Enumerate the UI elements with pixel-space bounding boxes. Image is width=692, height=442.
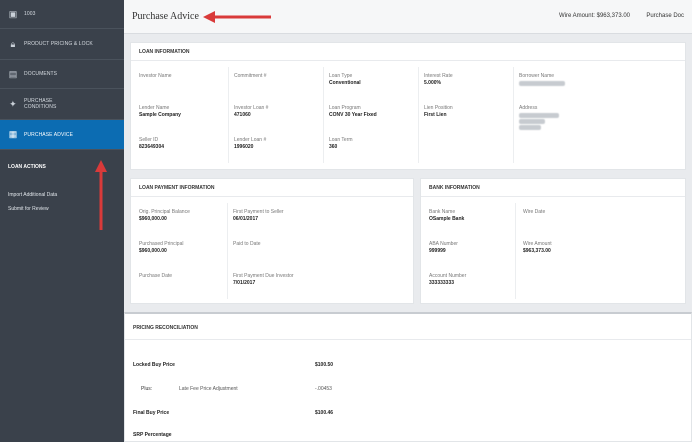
final-buy-price-label: Final Buy Price [133, 410, 170, 416]
lender-loan-field: Lender Loan # 1996020 [234, 137, 267, 150]
sidebar-item-label: PURCHASE ADVICE [24, 131, 74, 138]
document-icon: ▣ [8, 8, 18, 19]
loan-payment-panel: LOAN PAYMENT INFORMATION Orig. Principal… [130, 178, 414, 304]
first-payment-investor-field: First Payment Due Investor 7/01/2017 [233, 273, 294, 286]
locked-buy-price-label: Locked Buy Price [133, 362, 175, 368]
seller-id-field: Seller ID 823649304 [139, 137, 165, 150]
wire-amount-summary: Wire Amount: $963,373.00 [558, 13, 630, 19]
locked-buy-price-value: $100.50 [315, 362, 334, 368]
wire-amount-field: Wire Amount $963,373.00 [523, 241, 552, 254]
sidebar-item-product-pricing[interactable]: 🔒︎ PRODUCT PRICING & LOCK [0, 29, 124, 60]
loan-information-panel: LOAN INFORMATION Investor Name Commitmen… [130, 42, 686, 170]
commitment-field: Commitment # [234, 73, 267, 79]
lock-icon: 🔒︎ [10, 38, 16, 49]
account-number-field: Account Number 333333333 [429, 273, 467, 286]
annotation-arrow-up-icon [95, 160, 107, 230]
redacted-value [519, 113, 559, 118]
file-icon: ▤ [8, 68, 18, 79]
redacted-value [519, 81, 565, 86]
sidebar-item-label: DOCUMENTS [24, 71, 58, 77]
plus-label: Plus: [141, 386, 153, 392]
loan-term-field: Loan Term 360 [329, 137, 353, 150]
paid-to-date-field: Paid to Date [233, 241, 261, 247]
loan-information-header: LOAN INFORMATION [131, 43, 685, 61]
settings-icon: ✦ [9, 98, 17, 109]
first-payment-seller-field: First Payment to Seller 06/01/2017 [233, 209, 284, 222]
late-fee-adjustment-label: Late Fee Price Adjustment [179, 386, 238, 392]
pricing-reconciliation-header: PRICING RECONCILIATION [125, 314, 691, 340]
late-fee-adjustment-value: -.00453 [315, 386, 332, 392]
wire-date-field: Wire Date [523, 209, 546, 215]
purchased-principal-field: Purchased Principal $960,000.00 [139, 241, 184, 254]
sidebar-item-1003[interactable]: ▣ 1003 [0, 0, 124, 29]
sidebar-item-purchase-advice[interactable]: ▦ PURCHASE ADVICE [0, 120, 124, 150]
bank-name-field: Bank Name OSample Bank [429, 209, 465, 222]
interest-rate-field: Interest Rate 5.000% [424, 73, 453, 86]
investor-loan-field: Investor Loan # 471060 [234, 105, 269, 118]
annotation-arrow-left-icon [202, 10, 271, 23]
bank-information-header: BANK INFORMATION [421, 179, 685, 197]
orig-principal-field: Orig. Principal Balance $960,000.00 [139, 209, 190, 222]
sidebar-item-label: 1003 [24, 11, 36, 17]
header-bar: Purchase Advice Wire Amount: $963,373.00… [124, 0, 692, 34]
lien-position-field: Lien Position First Lien [424, 105, 453, 118]
purchase-date-field: Purchase Date [139, 273, 173, 279]
sidebar-item-documents[interactable]: ▤ DOCUMENTS [0, 60, 124, 89]
list-icon: ▦ [8, 129, 18, 139]
sidebar-item-label: PRODUCT PRICING & LOCK [24, 41, 93, 47]
sidebar-item-purchase-conditions[interactable]: ✦ PURCHASE CONDITIONS [0, 89, 124, 120]
loan-program-field: Loan Program CONV 30 Year Fixed [329, 105, 377, 118]
address-field: Address [519, 105, 559, 130]
page-title: Purchase Advice [132, 11, 199, 22]
srp-percentage-label: SRP Percentage [133, 432, 172, 438]
pricing-reconciliation-panel: PRICING RECONCILIATION Locked Buy Price … [124, 312, 692, 442]
redacted-value [519, 119, 545, 124]
redacted-value [519, 125, 541, 130]
purchase-doc-link[interactable]: Purchase Doc [646, 13, 684, 19]
bank-information-panel: BANK INFORMATION Bank Name OSample Bank … [420, 178, 686, 304]
final-buy-price-value: $100.46 [315, 410, 334, 416]
loan-payment-header: LOAN PAYMENT INFORMATION [131, 179, 413, 197]
borrower-name-field: Borrower Name [519, 73, 565, 86]
aba-number-field: ABA Number 999999 [429, 241, 458, 254]
lender-name-field: Lender Name Sample Company [139, 105, 181, 118]
loan-type-field: Loan Type Conventional [329, 73, 361, 86]
investor-name-field: Investor Name [139, 73, 172, 79]
sidebar-item-label: PURCHASE CONDITIONS [24, 98, 57, 110]
